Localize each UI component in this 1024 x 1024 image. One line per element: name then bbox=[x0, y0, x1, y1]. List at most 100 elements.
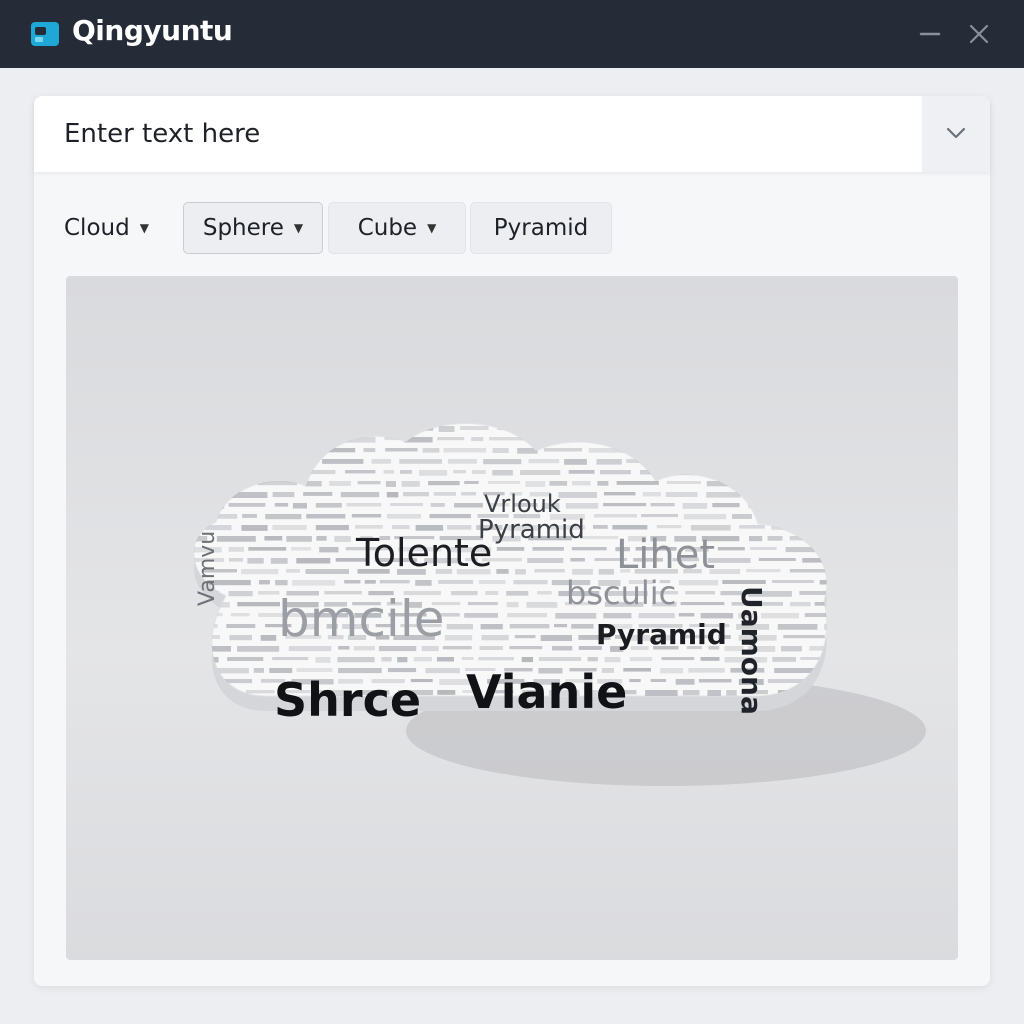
filler-text-mark bbox=[634, 448, 661, 452]
filler-text-mark bbox=[316, 536, 327, 541]
filler-text-mark bbox=[571, 547, 607, 551]
filler-text-mark bbox=[793, 470, 819, 475]
filler-text-mark bbox=[286, 426, 319, 430]
filler-text-mark bbox=[537, 591, 552, 595]
filler-text-mark bbox=[712, 503, 740, 508]
filler-text-mark bbox=[506, 602, 519, 608]
filler-text-mark bbox=[781, 646, 802, 652]
filler-text-mark bbox=[258, 591, 280, 595]
filler-text-mark bbox=[555, 613, 597, 619]
filler-text-mark bbox=[587, 657, 598, 662]
filler-text-mark bbox=[413, 657, 432, 662]
filler-text-mark bbox=[645, 690, 678, 696]
shape-button-sphere[interactable]: Sphere ▼ bbox=[183, 202, 323, 254]
filler-text-mark bbox=[480, 624, 503, 630]
filler-text-mark bbox=[205, 525, 232, 531]
text-input-container bbox=[34, 96, 990, 172]
filler-text-mark bbox=[230, 459, 269, 464]
filler-text-mark bbox=[790, 602, 811, 607]
filler-text-mark bbox=[206, 437, 226, 443]
filler-text-mark bbox=[750, 547, 777, 550]
filler-text-mark bbox=[253, 668, 264, 673]
filler-text-mark bbox=[552, 426, 583, 431]
close-icon[interactable] bbox=[963, 18, 995, 50]
filler-text-mark bbox=[245, 690, 275, 694]
filler-text-mark bbox=[351, 514, 382, 518]
filler-text-mark bbox=[322, 459, 364, 464]
filler-text-mark bbox=[363, 426, 380, 430]
filler-text-mark bbox=[571, 624, 594, 629]
filler-text-mark bbox=[485, 591, 499, 595]
filler-text-mark bbox=[721, 470, 746, 474]
filler-text-mark bbox=[835, 536, 859, 539]
filler-text-mark bbox=[292, 503, 307, 509]
filler-text-mark bbox=[755, 448, 770, 454]
filler-text-mark bbox=[392, 525, 410, 530]
filler-text-mark bbox=[334, 536, 351, 542]
text-input-dropdown-button[interactable] bbox=[922, 96, 990, 172]
filler-text-mark bbox=[727, 448, 752, 452]
filler-text-mark bbox=[401, 481, 420, 487]
filler-text-mark bbox=[226, 624, 256, 628]
filler-text-mark bbox=[444, 635, 473, 641]
filler-text-mark bbox=[506, 591, 529, 596]
caret-down-icon: ▼ bbox=[293, 221, 304, 235]
filler-text-mark bbox=[247, 558, 264, 564]
filler-text-mark bbox=[685, 591, 715, 595]
minimize-icon[interactable] bbox=[914, 18, 946, 50]
shape-button-cloud[interactable]: Cloud ▼ bbox=[64, 202, 168, 254]
cloud-word: Vianie bbox=[466, 665, 627, 719]
filler-text-mark bbox=[247, 426, 278, 431]
filler-text-mark bbox=[746, 569, 781, 573]
filler-text-mark bbox=[447, 525, 472, 530]
filler-text-mark bbox=[843, 591, 857, 595]
shape-button-label: Sphere bbox=[202, 215, 284, 241]
filler-text-mark bbox=[364, 580, 376, 584]
text-input[interactable] bbox=[34, 96, 914, 172]
shape-button-pyramid[interactable]: Pyramid bbox=[470, 202, 612, 254]
filler-text-mark bbox=[181, 591, 193, 594]
cloud-word: bsculic bbox=[566, 574, 676, 612]
filler-text-mark bbox=[814, 602, 827, 606]
filler-text-mark bbox=[408, 426, 434, 431]
filler-text-mark bbox=[270, 558, 288, 564]
filler-text-mark bbox=[549, 481, 568, 486]
filler-text-mark bbox=[193, 525, 201, 531]
filler-text-mark bbox=[386, 492, 399, 498]
filler-text-mark bbox=[786, 492, 810, 498]
filler-text-mark bbox=[742, 481, 786, 487]
filler-text-mark bbox=[788, 437, 822, 442]
filler-text-mark bbox=[534, 569, 565, 573]
filler-text-mark bbox=[230, 613, 250, 617]
filler-text-mark bbox=[181, 514, 192, 518]
filler-text-mark bbox=[467, 602, 498, 606]
filler-text-mark bbox=[834, 514, 865, 517]
filler-text-mark bbox=[693, 459, 732, 464]
filler-text-mark bbox=[324, 426, 357, 430]
filler-text-mark bbox=[802, 558, 827, 563]
filler-text-mark bbox=[329, 481, 351, 486]
filler-text-mark bbox=[450, 591, 478, 596]
filler-text-mark bbox=[422, 448, 440, 453]
filler-text-mark bbox=[515, 569, 526, 575]
filler-text-mark bbox=[497, 426, 520, 431]
filler-text-mark bbox=[272, 657, 309, 661]
filler-text-mark bbox=[436, 657, 454, 662]
filler-text-mark bbox=[717, 437, 742, 442]
filler-text-mark bbox=[193, 690, 196, 695]
filler-text-mark bbox=[471, 437, 484, 442]
filler-text-mark bbox=[319, 547, 339, 553]
filler-text-mark bbox=[832, 679, 842, 684]
shape-button-cube[interactable]: Cube ▼ bbox=[328, 202, 466, 254]
shape-button-label: Pyramid bbox=[493, 215, 589, 241]
filler-text-mark bbox=[387, 668, 417, 673]
filler-text-mark bbox=[241, 525, 268, 531]
filler-text-mark bbox=[690, 525, 731, 531]
filler-text-mark bbox=[600, 437, 626, 443]
filler-text-mark bbox=[305, 569, 349, 574]
filler-text-mark bbox=[272, 492, 295, 498]
filler-text-mark bbox=[819, 580, 827, 585]
caret-down-icon: ▼ bbox=[427, 221, 437, 235]
filler-text-mark bbox=[228, 591, 253, 597]
filler-text-mark bbox=[752, 470, 787, 474]
